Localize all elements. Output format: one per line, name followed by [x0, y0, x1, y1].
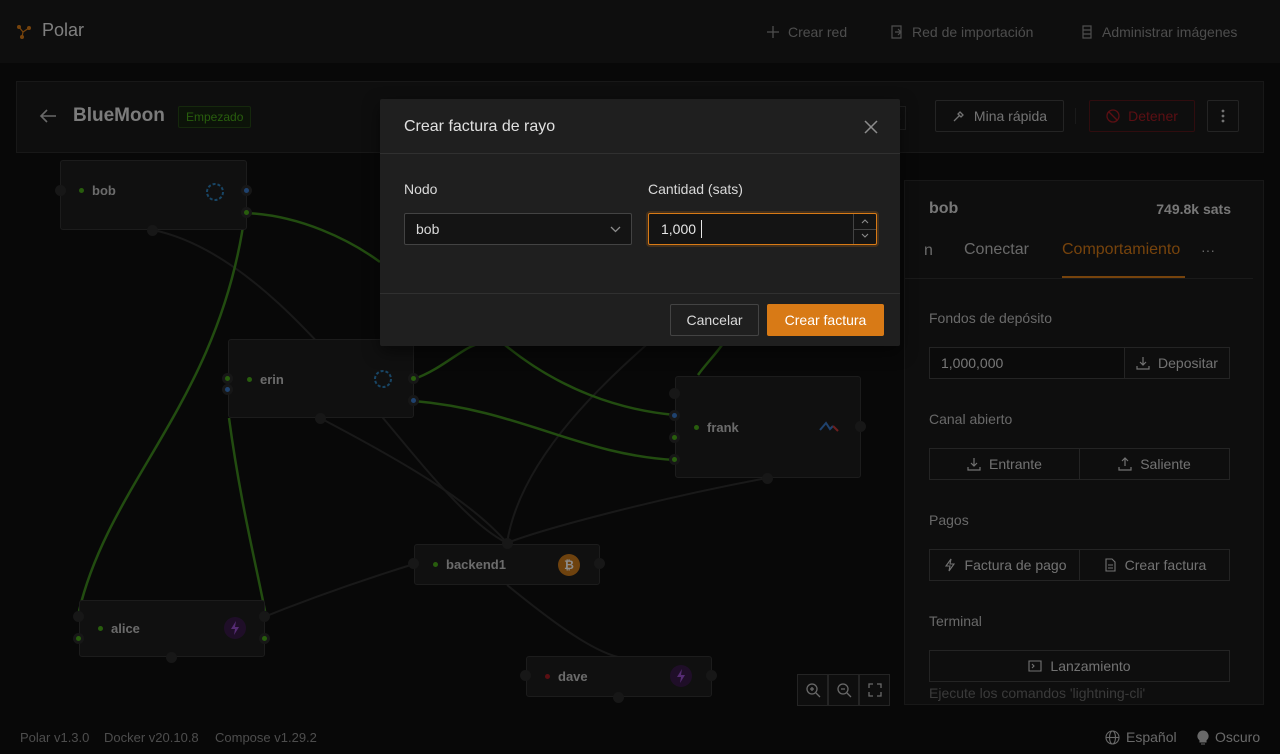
- chevron-down-icon[interactable]: [861, 233, 869, 239]
- amount-value: 1,000: [661, 221, 697, 237]
- amount-stepper[interactable]: [853, 214, 876, 244]
- node-field-label: Nodo: [404, 181, 438, 197]
- chevron-down-icon: [610, 226, 621, 233]
- create-invoice-modal: Crear factura de rayo Nodo bob Cantidad …: [380, 99, 900, 346]
- node-select[interactable]: bob: [404, 213, 632, 245]
- chevron-up-icon[interactable]: [861, 218, 869, 224]
- amount-field-label: Cantidad (sats): [648, 181, 743, 197]
- create-invoice-submit-button[interactable]: Crear factura: [767, 304, 884, 336]
- text-cursor: [701, 220, 702, 238]
- cancel-button[interactable]: Cancelar: [670, 304, 759, 336]
- close-icon[interactable]: [863, 119, 879, 135]
- modal-title: Crear factura de rayo: [404, 118, 556, 135]
- node-select-value: bob: [416, 221, 440, 237]
- amount-input[interactable]: 1,000: [648, 213, 877, 245]
